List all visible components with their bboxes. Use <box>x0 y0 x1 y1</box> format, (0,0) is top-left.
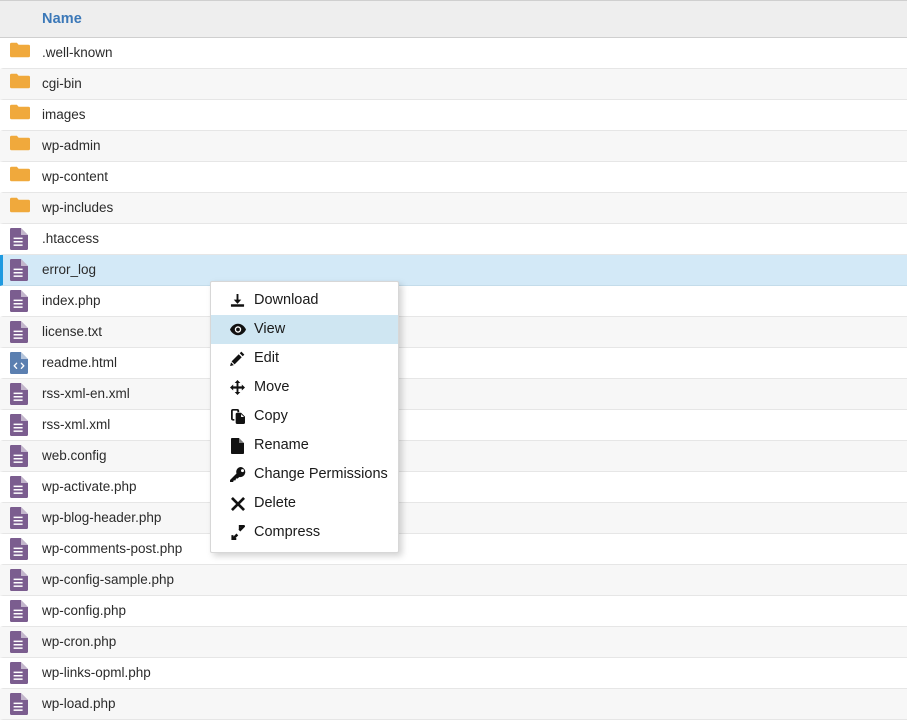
table-row[interactable]: .well-known <box>0 38 907 69</box>
file-name: error_log <box>42 262 97 278</box>
file-name: web.config <box>42 448 107 464</box>
folder-icon <box>10 73 30 95</box>
text-file-icon <box>10 693 30 715</box>
context-menu-item-rename[interactable]: Rename <box>211 431 398 460</box>
table-row[interactable]: cgi-bin <box>0 69 907 100</box>
file-name: wp-activate.php <box>42 479 137 495</box>
file-name: wp-links-opml.php <box>42 665 151 681</box>
text-file-icon <box>10 600 30 622</box>
table-row[interactable]: wp-admin <box>0 131 907 162</box>
table-row[interactable]: wp-content <box>0 162 907 193</box>
file-name: wp-load.php <box>42 696 116 712</box>
file-name: rss-xml-en.xml <box>42 386 130 402</box>
table-row[interactable]: wp-blog-header.php <box>0 503 907 534</box>
table-row[interactable]: images <box>0 100 907 131</box>
text-file-icon <box>10 228 30 250</box>
table-row[interactable]: wp-activate.php <box>0 472 907 503</box>
context-menu-item-move[interactable]: Move <box>211 373 398 402</box>
context-menu: Download View Edit Move Copy Rename Change Per… <box>210 281 399 553</box>
text-file-icon <box>10 445 30 467</box>
table-row[interactable]: .htaccess <box>0 224 907 255</box>
text-file-icon <box>10 662 30 684</box>
folder-icon <box>10 42 30 64</box>
folder-icon <box>10 135 30 157</box>
context-menu-item-label: Copy <box>254 408 288 425</box>
table-row[interactable]: readme.html <box>0 348 907 379</box>
file-name: cgi-bin <box>42 76 82 92</box>
context-menu-item-label: Rename <box>254 437 309 454</box>
table-row[interactable]: web.config <box>0 441 907 472</box>
folder-icon <box>10 197 30 219</box>
table-row[interactable]: wp-comments-post.php <box>0 534 907 565</box>
context-menu-item-label: Delete <box>254 495 296 512</box>
text-file-icon <box>10 259 30 281</box>
context-menu-item-label: Change Permissions <box>254 466 388 483</box>
copy-icon <box>229 409 246 424</box>
table-row[interactable]: wp-load.php <box>0 689 907 720</box>
table-row[interactable]: wp-config.php <box>0 596 907 627</box>
table-row[interactable]: rss-xml.xml <box>0 410 907 441</box>
context-menu-item-label: Download <box>254 292 319 309</box>
text-file-icon <box>10 414 30 436</box>
table-row[interactable]: wp-cron.php <box>0 627 907 658</box>
file-name: wp-admin <box>42 138 101 154</box>
file-name: rss-xml.xml <box>42 417 111 433</box>
file-name: index.php <box>42 293 101 309</box>
context-menu-item-view[interactable]: View <box>211 315 398 344</box>
key-icon <box>229 467 246 482</box>
file-name: license.txt <box>42 324 103 340</box>
file-name: wp-config.php <box>42 603 127 619</box>
text-file-icon <box>10 631 30 653</box>
table-row[interactable]: rss-xml-en.xml <box>0 379 907 410</box>
file-name: wp-includes <box>42 200 114 216</box>
file-icon <box>229 437 246 454</box>
table-row[interactable]: wp-links-opml.php <box>0 658 907 689</box>
code-file-icon <box>10 352 30 374</box>
context-menu-item-label: View <box>254 321 286 338</box>
table-row[interactable]: wp-config-sample.php <box>0 565 907 596</box>
context-menu-item-change-permissions[interactable]: Change Permissions <box>211 460 398 489</box>
context-menu-item-label: Edit <box>254 350 279 367</box>
context-menu-item-download[interactable]: Download <box>211 286 398 315</box>
table-row[interactable]: license.txt <box>0 317 907 348</box>
move-arrows-icon <box>229 380 246 395</box>
compress-icon <box>229 525 246 540</box>
text-file-icon <box>10 321 30 343</box>
context-menu-item-copy[interactable]: Copy <box>211 402 398 431</box>
table-row[interactable]: index.php <box>0 286 907 317</box>
table-row[interactable]: error_log <box>0 255 907 286</box>
file-name: wp-comments-post.php <box>42 541 183 557</box>
text-file-icon <box>10 507 30 529</box>
file-name: images <box>42 107 86 123</box>
download-icon <box>229 293 246 308</box>
table-header: Name <box>0 0 907 38</box>
file-name: wp-cron.php <box>42 634 117 650</box>
column-header-name[interactable]: Name <box>0 11 82 27</box>
pencil-icon <box>229 351 246 366</box>
file-name: wp-blog-header.php <box>42 510 162 526</box>
text-file-icon <box>10 290 30 312</box>
context-menu-item-edit[interactable]: Edit <box>211 344 398 373</box>
file-manager: Name .well-known cgi-bin images wp-admin wp-… <box>0 0 907 724</box>
context-menu-item-compress[interactable]: Compress <box>211 518 398 547</box>
text-file-icon <box>10 476 30 498</box>
eye-icon <box>229 323 246 336</box>
file-list: .well-known cgi-bin images wp-admin wp-conte… <box>0 38 907 720</box>
context-menu-item-label: Compress <box>254 524 321 541</box>
file-name: .well-known <box>42 45 113 61</box>
folder-icon <box>10 104 30 126</box>
file-name: wp-config-sample.php <box>42 572 175 588</box>
table-row[interactable]: wp-includes <box>0 193 907 224</box>
file-name: readme.html <box>42 355 118 371</box>
folder-icon <box>10 166 30 188</box>
text-file-icon <box>10 383 30 405</box>
text-file-icon <box>10 538 30 560</box>
context-menu-item-delete[interactable]: Delete <box>211 489 398 518</box>
text-file-icon <box>10 569 30 591</box>
x-mark-icon <box>229 496 246 511</box>
file-name: .htaccess <box>42 231 100 247</box>
file-name: wp-content <box>42 169 109 185</box>
context-menu-item-label: Move <box>254 379 290 396</box>
